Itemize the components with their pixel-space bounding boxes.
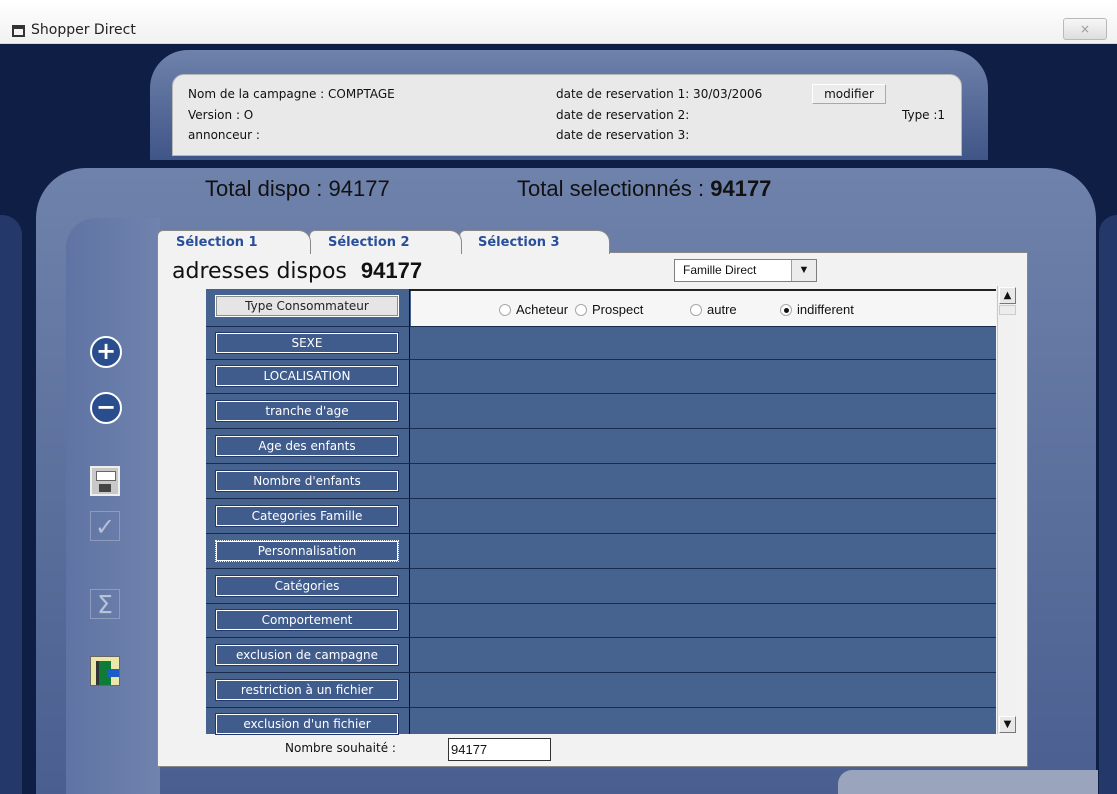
- scroll-thumb[interactable]: [999, 305, 1016, 315]
- radio-selected-icon: [780, 304, 792, 316]
- desired-number-label: Nombre souhaité :: [285, 741, 396, 755]
- total-available: Total dispo : 94177: [205, 176, 390, 202]
- radio-indifferent-label: indifferent: [797, 302, 854, 317]
- close-button[interactable]: ×: [1063, 18, 1107, 40]
- reservation-date-3: date de reservation 3:: [556, 128, 690, 142]
- criteria-categories-button[interactable]: Catégories: [215, 575, 399, 597]
- reservation-date-2: date de reservation 2:: [556, 108, 690, 122]
- radio-autre-label: autre: [707, 302, 737, 317]
- zoom-in-icon[interactable]: +: [90, 336, 122, 368]
- criteria-exclusion-campagne-button[interactable]: exclusion de campagne: [215, 644, 399, 666]
- total-selected-value: 94177: [710, 176, 772, 201]
- grid-divider: [206, 359, 996, 360]
- criteria-restriction-fichier-button[interactable]: restriction à un fichier: [215, 679, 399, 701]
- famille-select[interactable]: Famille Direct ▼: [674, 259, 817, 282]
- grid-divider: [206, 428, 996, 429]
- total-selected: Total selectionnés : 94177: [517, 176, 771, 202]
- grid-divider: [206, 568, 996, 569]
- chevron-down-icon[interactable]: ▼: [791, 260, 816, 281]
- total-available-value: 94177: [328, 176, 390, 201]
- radio-acheteur[interactable]: Acheteur: [499, 302, 568, 317]
- right-border: [1099, 215, 1117, 794]
- bottom-decoration: [838, 770, 1098, 794]
- exit-door-icon[interactable]: [90, 656, 120, 686]
- available-addresses: adresses dispos 94177: [172, 258, 422, 284]
- criteria-type-consommateur-button[interactable]: Type Consommateur: [215, 295, 399, 317]
- criteria-localisation-button[interactable]: LOCALISATION: [215, 365, 399, 387]
- radio-circle-icon: [690, 304, 702, 316]
- app-icon: [12, 25, 25, 37]
- campaign-version: Version : O: [188, 108, 254, 122]
- reservation-date-1: date de reservation 1: 30/03/2006: [556, 87, 763, 101]
- radio-circle-icon: [499, 304, 511, 316]
- radio-prospect[interactable]: Prospect: [575, 302, 643, 317]
- campaign-advertiser: annonceur :: [188, 128, 260, 142]
- criteria-sexe-button[interactable]: SEXE: [215, 332, 399, 354]
- criteria-comportement-button[interactable]: Comportement: [215, 609, 399, 631]
- criteria-nombre-enfants-button[interactable]: Nombre d'enfants: [215, 470, 399, 492]
- total-available-label: Total dispo :: [205, 176, 323, 201]
- available-addresses-label: adresses dispos: [172, 259, 347, 284]
- sigma-icon[interactable]: Σ: [90, 589, 120, 619]
- left-toolbar: [66, 218, 160, 794]
- grid-divider: [206, 498, 996, 499]
- radio-acheteur-label: Acheteur: [516, 302, 569, 317]
- grid-divider: [206, 393, 996, 394]
- tab-selection-3[interactable]: Sélection 3: [459, 230, 610, 254]
- tab-selection-1[interactable]: Sélection 1: [157, 230, 311, 254]
- title-bar: Shopper Direct ×: [0, 0, 1117, 44]
- grid-divider: [206, 463, 996, 464]
- radio-autre[interactable]: autre: [690, 302, 737, 317]
- total-selected-label: Total selectionnés :: [517, 176, 705, 201]
- app-title: Shopper Direct: [31, 22, 136, 38]
- save-icon[interactable]: [90, 466, 120, 496]
- grid-divider: [206, 603, 996, 604]
- famille-select-value: Famille Direct: [683, 263, 757, 277]
- scroll-up-icon[interactable]: ▲: [999, 287, 1016, 304]
- zoom-out-icon[interactable]: −: [90, 392, 122, 424]
- check-icon[interactable]: ✓: [90, 511, 120, 541]
- radio-circle-icon: [575, 304, 587, 316]
- radio-indifferent[interactable]: indifferent: [780, 302, 854, 317]
- criteria-tranche-age-button[interactable]: tranche d'age: [215, 400, 399, 422]
- left-border: [0, 215, 22, 794]
- desired-number-input[interactable]: [448, 738, 551, 761]
- criteria-exclusion-fichier-button[interactable]: exclusion d'un fichier: [215, 713, 399, 735]
- modify-button[interactable]: modifier: [812, 84, 886, 104]
- radio-prospect-label: Prospect: [592, 302, 644, 317]
- grid-divider: [206, 326, 996, 327]
- criteria-age-enfants-button[interactable]: Age des enfants: [215, 435, 399, 457]
- campaign-type: Type :1: [902, 108, 946, 122]
- scroll-down-icon[interactable]: ▼: [999, 716, 1016, 733]
- grid-divider: [206, 533, 996, 534]
- tab-selection-2[interactable]: Sélection 2: [309, 230, 462, 254]
- available-addresses-value: 94177: [360, 258, 423, 283]
- grid-divider: [206, 707, 996, 708]
- criteria-scrollbar[interactable]: ▲ ▼: [997, 286, 1016, 734]
- grid-divider: [206, 637, 996, 638]
- criteria-categories-famille-button[interactable]: Categories Famille: [215, 505, 399, 527]
- grid-divider: [206, 672, 996, 673]
- campaign-name: Nom de la campagne : COMPTAGE: [188, 87, 395, 101]
- criteria-personnalisation-button[interactable]: Personnalisation: [215, 540, 399, 562]
